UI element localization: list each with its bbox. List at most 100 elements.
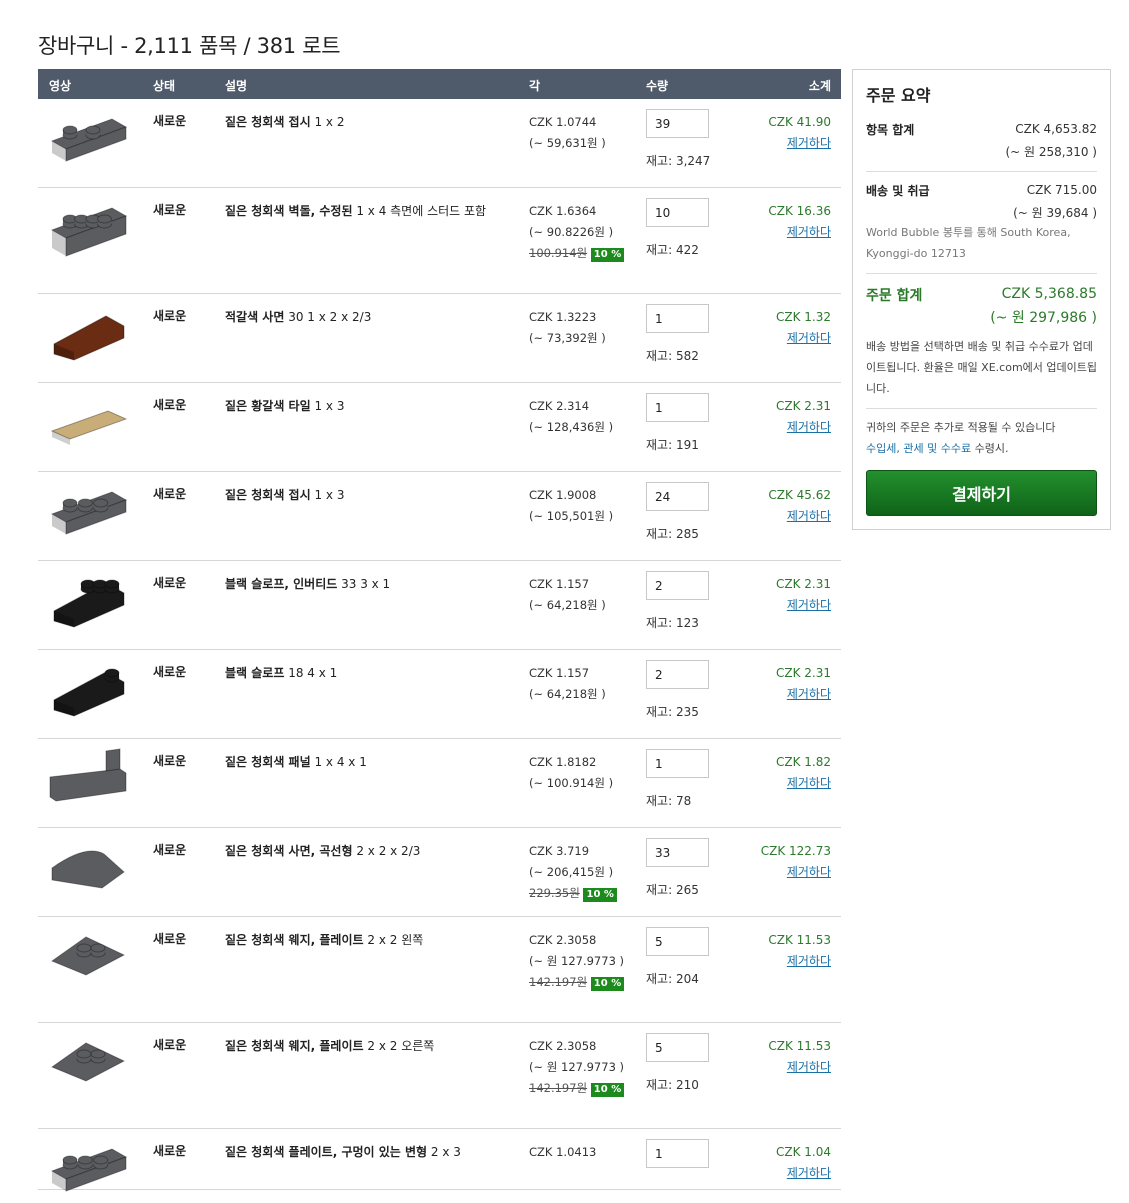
discount-badge: 10 % <box>590 1083 625 1097</box>
quantity-input[interactable] <box>646 393 709 422</box>
item-name[interactable]: 짙은 청회색 웨지, 플레이트 <box>225 933 364 947</box>
checkout-button[interactable]: 결제하기 <box>866 470 1097 516</box>
item-description[interactable]: 짙은 청회색 접시 1 x 2 <box>225 112 515 133</box>
subtotal-cell: CZK 41.90 제거하다 <box>768 112 831 154</box>
price-cell: CZK 3.719 (~ 206,415원 ) 229.35원 10 % <box>529 841 629 904</box>
condition-label: 새로운 <box>153 203 187 217</box>
item-description[interactable]: 짙은 청회색 웨지, 플레이트 2 x 2 오른쪽 <box>225 1036 515 1057</box>
slope-30-icon[interactable] <box>46 302 132 362</box>
remove-link[interactable]: 제거하다 <box>787 420 831 434</box>
table-row: 새로운 짙은 청회색 플레이트, 구멍이 있는 변형 2 x 3 CZK 1.041… <box>38 1129 841 1192</box>
subtotal-cell: CZK 1.32 제거하다 <box>776 307 831 349</box>
item-name[interactable]: 적갈색 사면 <box>225 310 284 324</box>
item-name[interactable]: 짙은 청회색 웨지, 플레이트 <box>225 1039 364 1053</box>
item-description[interactable]: 짙은 청회색 플레이트, 구멍이 있는 변형 2 x 3 <box>225 1142 515 1163</box>
remove-link[interactable]: 제거하다 <box>787 331 831 345</box>
subtotal-cell: CZK 16.36 제거하다 <box>768 201 831 243</box>
shipping-value: CZK 715.00 <box>1026 183 1097 197</box>
remove-link[interactable]: 제거하다 <box>787 687 831 701</box>
item-description[interactable]: 짙은 청회색 사면, 곡선형 2 x 2 x 2/3 <box>225 841 515 862</box>
tile-1x3-icon[interactable] <box>46 391 132 451</box>
condition-label: 새로운 <box>153 1144 187 1158</box>
shipping-local: (~ 원 39,684 ) <box>1013 206 1097 220</box>
wedge-plate-right-icon[interactable] <box>46 1031 132 1091</box>
quantity-input[interactable] <box>646 749 709 778</box>
item-name[interactable]: 짙은 청회색 접시 <box>225 488 311 502</box>
tax-note: 귀하의 주문은 추가로 적용될 수 있습니다 수입세, 관세 및 수수료 수령시… <box>866 417 1097 459</box>
item-name[interactable]: 짙은 청회색 플레이트, 구멍이 있는 변형 <box>225 1145 427 1159</box>
stock-count: 재고: 285 <box>646 527 699 541</box>
header-image: 영상 <box>49 79 72 93</box>
stock-count: 재고: 123 <box>646 616 699 630</box>
wedge-plate-left-icon[interactable] <box>46 925 132 985</box>
remove-link[interactable]: 제거하다 <box>787 509 831 523</box>
tax-fees-link[interactable]: 수입세, 관세 및 수수료 <box>866 442 971 455</box>
quantity-input[interactable] <box>646 1139 709 1168</box>
remove-link[interactable]: 제거하다 <box>787 598 831 612</box>
item-description[interactable]: 짙은 황갈색 타일 1 x 3 <box>225 396 515 417</box>
item-description[interactable]: 짙은 청회색 접시 1 x 3 <box>225 485 515 506</box>
price-cell: CZK 2.314 (~ 128,436원 ) <box>529 396 629 438</box>
local-price: (~ 64,218원 ) <box>529 598 606 612</box>
quantity-input[interactable] <box>646 660 709 689</box>
quantity-input[interactable] <box>646 1033 709 1062</box>
item-name[interactable]: 짙은 황갈색 타일 <box>225 399 311 413</box>
plate-1x3-icon[interactable] <box>46 480 132 540</box>
local-price: (~ 원 127.9773 ) <box>529 1060 625 1074</box>
plate-hole-icon[interactable] <box>46 1137 132 1197</box>
item-name[interactable]: 블랙 슬로프 <box>225 666 284 680</box>
unit-price: CZK 1.8182 <box>529 755 597 769</box>
item-description[interactable]: 블랙 슬로프 18 4 x 1 <box>225 663 515 684</box>
stock-count: 재고: 235 <box>646 705 699 719</box>
discount-badge: 10 % <box>583 888 617 902</box>
discount-badge: 10 % <box>590 248 625 262</box>
item-dimensions: 18 4 x 1 <box>288 666 338 680</box>
remove-link[interactable]: 제거하다 <box>787 954 831 968</box>
table-row: 새로운 짙은 청회색 웨지, 플레이트 2 x 2 왼쪽 CZK 2.3058 (~ … <box>38 917 841 1023</box>
subtotal-cell: CZK 2.31 제거하다 <box>776 574 831 616</box>
item-name[interactable]: 짙은 청회색 벽돌, 수정된 <box>225 204 353 218</box>
remove-link[interactable]: 제거하다 <box>787 865 831 879</box>
plate-1x2-icon[interactable] <box>46 107 132 167</box>
quantity-input[interactable] <box>646 838 709 867</box>
item-description[interactable]: 짙은 청회색 벽돌, 수정된 1 x 4 측면에 스터드 포함 <box>225 201 515 222</box>
condition-label: 새로운 <box>153 114 187 128</box>
local-price: (~ 90.8226원 ) <box>529 225 614 239</box>
quantity-input[interactable] <box>646 927 709 956</box>
subtotal-cell: CZK 2.31 제거하다 <box>776 663 831 705</box>
item-dimensions: 1 x 3 <box>314 399 345 413</box>
quantity-input[interactable] <box>646 571 709 600</box>
item-description[interactable]: 짙은 청회색 패널 1 x 4 x 1 <box>225 752 515 773</box>
slope-18-icon[interactable] <box>46 658 132 718</box>
item-name[interactable]: 짙은 청회색 접시 <box>225 115 311 129</box>
item-name[interactable]: 짙은 청회색 사면, 곡선형 <box>225 844 353 858</box>
slope-curved-icon[interactable] <box>46 836 132 896</box>
quantity-input[interactable] <box>646 304 709 333</box>
table-header: 영상 상태 설명 각 수량 소계 <box>38 69 841 99</box>
quantity-input[interactable] <box>646 109 709 138</box>
remove-link[interactable]: 제거하다 <box>787 225 831 239</box>
panel-1x4-icon[interactable] <box>46 747 132 807</box>
item-description[interactable]: 블랙 슬로프, 인버티드 33 3 x 1 <box>225 574 515 595</box>
item-name[interactable]: 짙은 청회색 패널 <box>225 755 311 769</box>
brick-1x4-studs-side-icon[interactable] <box>46 196 132 257</box>
quantity-input[interactable] <box>646 198 709 227</box>
header-subtotal: 소계 <box>808 79 831 93</box>
quantity-input[interactable] <box>646 482 709 511</box>
remove-link[interactable]: 제거하다 <box>787 1060 831 1074</box>
line-subtotal: CZK 122.73 <box>760 844 831 858</box>
item-description[interactable]: 적갈색 사면 30 1 x 2 x 2/3 <box>225 307 515 328</box>
tax-note-suffix: 수령시. <box>974 442 1009 455</box>
condition-label: 새로운 <box>153 932 187 946</box>
line-subtotal: CZK 41.90 <box>768 115 831 129</box>
price-cell: CZK 1.9008 (~ 105,501원 ) <box>529 485 629 527</box>
remove-link[interactable]: 제거하다 <box>787 136 831 150</box>
unit-price: CZK 1.9008 <box>529 488 597 502</box>
item-name[interactable]: 블랙 슬로프, 인버티드 <box>225 577 337 591</box>
item-description[interactable]: 짙은 청회색 웨지, 플레이트 2 x 2 왼쪽 <box>225 930 515 951</box>
remove-link[interactable]: 제거하다 <box>787 1166 831 1180</box>
unit-price: CZK 1.0744 <box>529 115 597 129</box>
exchange-rate-note: 배송 방법을 선택하면 배송 및 취급 수수료가 업데이트됩니다. 환율은 매일… <box>866 340 1097 395</box>
remove-link[interactable]: 제거하다 <box>787 776 831 790</box>
slope-inverted-icon[interactable] <box>46 569 132 629</box>
